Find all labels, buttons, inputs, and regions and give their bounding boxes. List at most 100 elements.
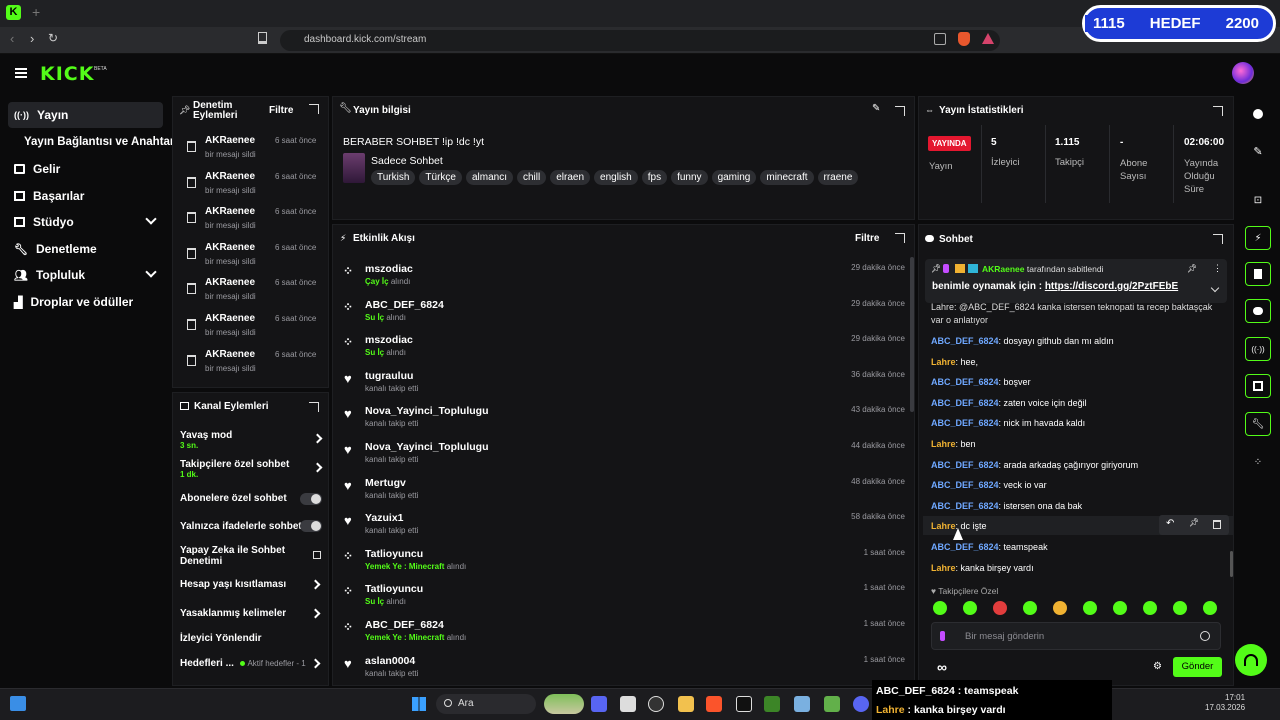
minecraft-icon[interactable] — [764, 696, 780, 712]
support-button[interactable] — [1235, 644, 1267, 676]
kick-logo[interactable]: KICK — [40, 63, 94, 85]
discord-icon[interactable] — [853, 696, 869, 712]
chat-username[interactable]: ABC_DEF_6824 — [931, 377, 999, 387]
mod-log-user[interactable]: AKRaenee — [205, 135, 255, 146]
account-age-row[interactable]: Hesap yaşı kısıtlaması — [180, 579, 286, 590]
clock[interactable]: 17:01 17.03.2026 — [1205, 693, 1245, 713]
chevron-down-icon[interactable] — [1210, 283, 1220, 293]
mod-log-user[interactable]: AKRaenee — [205, 313, 255, 324]
chat-username[interactable]: ABC_DEF_6824 — [931, 336, 999, 346]
wrench-icon[interactable]: 🔧︎ — [1245, 412, 1271, 436]
new-tab-icon[interactable]: + — [32, 4, 40, 20]
tag-chip[interactable]: Turkish — [371, 170, 416, 185]
kick-tab-favicon[interactable]: K — [6, 5, 21, 20]
tag-chip[interactable]: elraen — [550, 170, 591, 185]
pin-message-icon[interactable]: 📌︎ — [1189, 518, 1199, 527]
activity-user[interactable]: ABC_DEF_6824 — [365, 619, 444, 631]
tag-chip[interactable]: Türkçe — [419, 170, 462, 185]
tag-chip[interactable]: chill — [517, 170, 547, 185]
forward-icon[interactable]: › — [30, 31, 34, 46]
emote-icon[interactable] — [1113, 601, 1127, 615]
url-field[interactable]: dashboard.kick.com/stream — [280, 30, 1000, 51]
popout-icon[interactable] — [309, 104, 319, 114]
mod-log-user[interactable]: AKRaenee — [205, 242, 255, 253]
activity-user[interactable]: Nova_Yayinci_Toplulugu — [365, 405, 489, 417]
chat-message[interactable]: ABC_DEF_6824: arada arkadaş çağırıyor gi… — [931, 460, 1138, 470]
chat-username[interactable]: ABC_DEF_6824 — [931, 480, 999, 490]
broadcast-icon[interactable]: ((·)) — [1245, 337, 1271, 361]
activity-filter-button[interactable]: Filtre — [855, 233, 879, 244]
chat-message[interactable]: ABC_DEF_6824: zaten voice için değil — [931, 398, 1087, 408]
sidebar-item-studyo[interactable]: Stüdyo — [8, 209, 163, 235]
chat-bubble-icon[interactable] — [1245, 299, 1271, 323]
edit-icon[interactable]: ✎ — [1245, 139, 1271, 163]
emote-icon[interactable] — [1053, 601, 1067, 615]
delete-icon[interactable] — [1213, 520, 1221, 529]
tag-chip[interactable]: gaming — [711, 170, 757, 185]
lightning-icon[interactable]: ⚡︎ — [1245, 226, 1271, 250]
photos-icon[interactable] — [794, 696, 810, 712]
chat-message[interactable]: ABC_DEF_6824: teamspeak — [931, 542, 1048, 552]
emote-icon[interactable] — [1203, 601, 1217, 615]
emote-icon[interactable] — [933, 601, 947, 615]
emote-only-toggle[interactable] — [300, 520, 322, 532]
pin-action-icon[interactable]: 📌︎ — [1187, 264, 1197, 273]
popout-icon[interactable] — [1213, 106, 1223, 116]
popout-icon[interactable] — [895, 106, 905, 116]
emote-icon[interactable] — [1023, 601, 1037, 615]
emote-icon[interactable] — [1173, 601, 1187, 615]
chat-username[interactable]: ABC_DEF_6824 — [931, 460, 999, 470]
chat-username[interactable]: ABC_DEF_6824 — [931, 418, 999, 428]
back-icon[interactable]: ‹ — [10, 31, 14, 46]
sidebar-item-topluluk[interactable]: 👥︎ Topluluk — [8, 262, 163, 288]
camera-icon[interactable]: ⊡ — [1245, 188, 1271, 212]
user-avatar[interactable] — [1232, 62, 1254, 84]
block-icon[interactable] — [824, 696, 840, 712]
activity-user[interactable]: mszodiac — [365, 263, 413, 275]
reply-icon[interactable]: ↶ — [1166, 518, 1174, 529]
layout-icon[interactable] — [1245, 374, 1271, 398]
tag-chip[interactable]: rraene — [817, 170, 859, 185]
chat-username[interactable]: Lahre — [931, 357, 956, 367]
chat-message[interactable]: ABC_DEF_6824: nick im havada kaldı — [931, 418, 1085, 428]
mod-log-pin-icon[interactable]: 📌︎ — [179, 105, 190, 116]
mod-log-user[interactable]: AKRaenee — [205, 171, 255, 182]
activity-user[interactable]: ABC_DEF_6824 — [365, 299, 444, 311]
community-icon[interactable]: ⁘ — [1245, 450, 1271, 474]
activity-user[interactable]: Mertugv — [365, 477, 406, 489]
obs-icon[interactable] — [648, 696, 664, 712]
activity-user[interactable]: Tatlioyuncu — [365, 548, 423, 560]
infinity-icon[interactable]: ∞ — [937, 659, 947, 675]
chat-input[interactable]: Bir mesaj gönderin — [931, 622, 1221, 650]
chat-username[interactable]: ABC_DEF_6824 — [931, 542, 999, 552]
hamburger-menu-icon[interactable] — [15, 68, 27, 78]
banned-words-row[interactable]: Yasaklanmış kelimeler — [180, 608, 286, 619]
emoji-icon[interactable] — [1200, 631, 1210, 641]
rewards-icon[interactable] — [982, 33, 994, 44]
popout-icon[interactable] — [1213, 234, 1223, 244]
settings-gear-icon[interactable]: ⚙︎ — [1153, 661, 1162, 672]
popout-icon[interactable] — [895, 233, 905, 243]
edit-icon[interactable]: ✎ — [872, 103, 880, 114]
followers-only-row[interactable]: Takipçilere özel sohbet 1 dk. — [180, 459, 325, 483]
chat-message[interactable]: ABC_DEF_6824: dosyayı github dan mı aldı… — [931, 336, 1114, 346]
share-icon[interactable] — [934, 33, 946, 45]
mod-log-user[interactable]: AKRaenee — [205, 206, 255, 217]
app-icon[interactable] — [620, 696, 636, 712]
tag-chip[interactable]: english — [594, 170, 638, 185]
chat-message[interactable]: ABC_DEF_6824: istersen ona da bak — [931, 501, 1082, 511]
brave-shield-icon[interactable] — [958, 32, 970, 46]
activity-user[interactable]: mszodiac — [365, 334, 413, 346]
folder-icon[interactable] — [678, 696, 694, 712]
reload-icon[interactable]: ↻ — [48, 31, 58, 45]
subs-only-toggle[interactable] — [300, 493, 322, 505]
chat-message[interactable]: Lahre: kanka birşey vardı — [931, 563, 1034, 573]
activity-user[interactable]: tugrauluu — [365, 370, 413, 382]
chat-username[interactable]: Lahre — [931, 521, 956, 531]
sidebar-item-yayin[interactable]: ((·)) Yayın — [8, 102, 163, 128]
document-icon[interactable] — [1245, 262, 1271, 286]
mod-log-user[interactable]: AKRaenee — [205, 277, 255, 288]
sidebar-item-denetleme[interactable]: 🔧︎ Denetleme — [8, 236, 163, 262]
chat-username[interactable]: Lahre — [931, 439, 956, 449]
chat-scrollbar[interactable] — [1230, 551, 1233, 577]
